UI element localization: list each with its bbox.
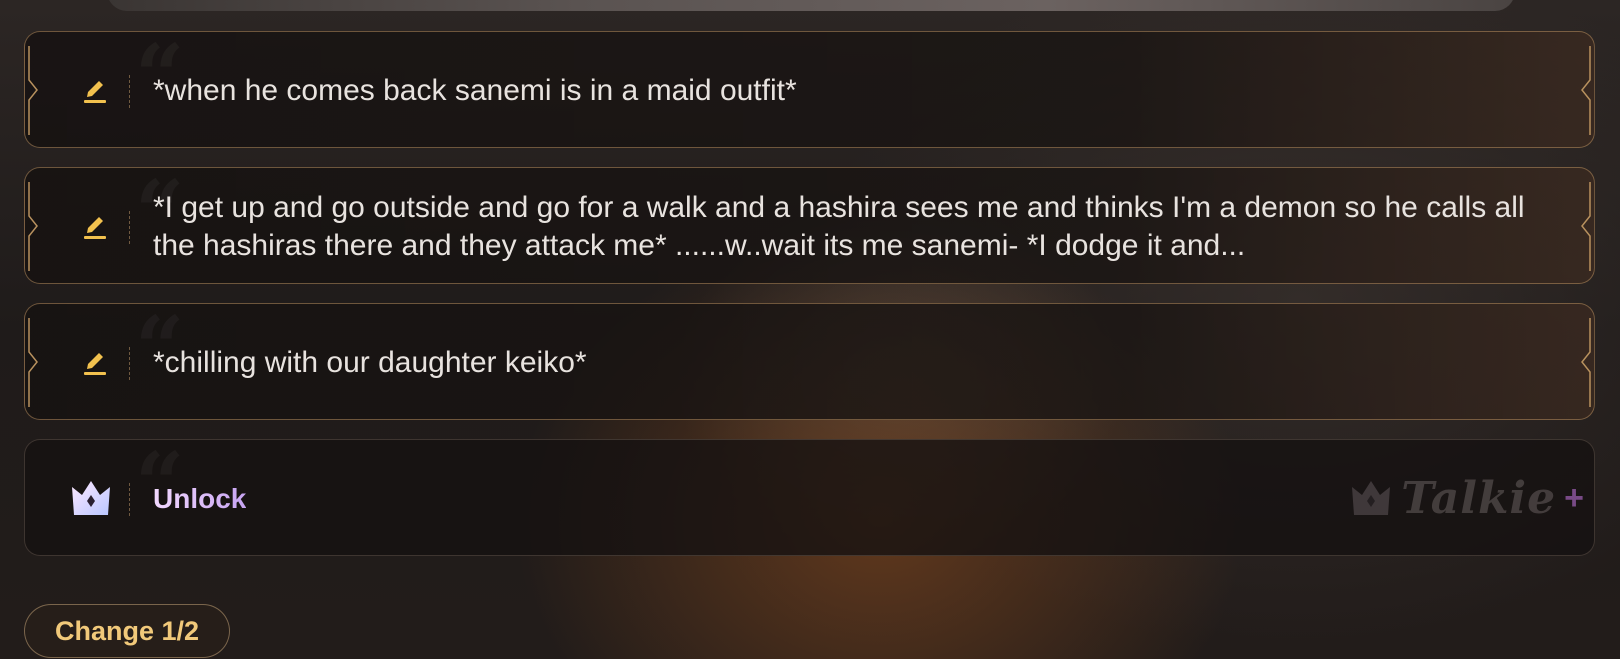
divider	[129, 483, 130, 516]
suggestion-text: *I get up and go outside and go for a wa…	[153, 190, 1525, 262]
divider	[129, 211, 130, 244]
unlock-label: Unlock	[153, 440, 246, 555]
crown-icon	[67, 440, 115, 555]
right-ornament-icon	[1581, 46, 1591, 135]
left-ornament-icon	[28, 318, 38, 407]
right-ornament-icon	[1581, 182, 1591, 271]
right-ornament-icon	[1581, 318, 1591, 407]
change-button-label: Change 1/2	[54, 615, 200, 646]
unlock-card[interactable]: “ Unlock Talkie +	[24, 439, 1595, 556]
suggestion-text: *chilling with our daughter keiko*	[153, 345, 587, 379]
suggestion-card-3[interactable]: “ *chilling with our daughter keiko*	[24, 303, 1595, 420]
brand-name: Talkie	[1401, 473, 1557, 524]
change-button[interactable]: Change 1/2	[24, 604, 230, 658]
input-bar[interactable]	[107, 0, 1515, 11]
pencil-icon	[77, 168, 113, 283]
divider	[129, 347, 130, 380]
suggestion-text: *when he comes back sanemi is in a maid …	[153, 73, 797, 107]
talkie-plus-logo: Talkie +	[1349, 440, 1584, 555]
divider	[129, 75, 130, 108]
crown-watermark-icon	[1352, 480, 1391, 515]
suggestion-card-1[interactable]: “ *when he comes back sanemi is in a mai…	[24, 31, 1595, 148]
brand-plus: +	[1564, 479, 1584, 517]
pencil-icon	[77, 304, 113, 419]
left-ornament-icon	[28, 182, 38, 271]
left-ornament-icon	[28, 46, 38, 135]
suggestion-card-2[interactable]: “ *I get up and go outside and go for a …	[24, 167, 1595, 284]
pencil-icon	[77, 32, 113, 147]
